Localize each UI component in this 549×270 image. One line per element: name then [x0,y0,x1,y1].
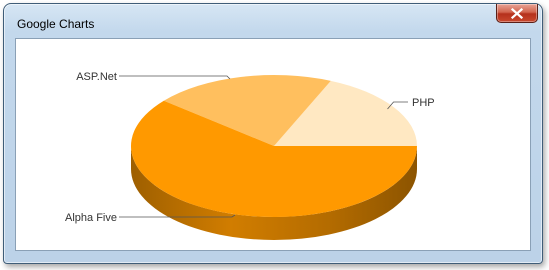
pie-chart-svg: PHP ASP.Net Alpha Five [65,71,435,240]
pie-chart: PHP ASP.Net Alpha Five [16,39,530,250]
window-title: Google Charts [17,17,95,31]
leader-line-asp-net [119,75,231,80]
slice-label-php: PHP [412,97,435,109]
close-button[interactable] [496,4,538,23]
slice-label-alpha-five: Alpha Five [65,212,117,224]
title-bar[interactable]: Google Charts [4,4,542,34]
close-icon [511,7,523,19]
chart-container: PHP ASP.Net Alpha Five [15,38,531,251]
app-window: Google Charts PHP ASP.Net Alpha Five [3,3,543,264]
slice-label-asp-net: ASP.Net [76,71,117,83]
